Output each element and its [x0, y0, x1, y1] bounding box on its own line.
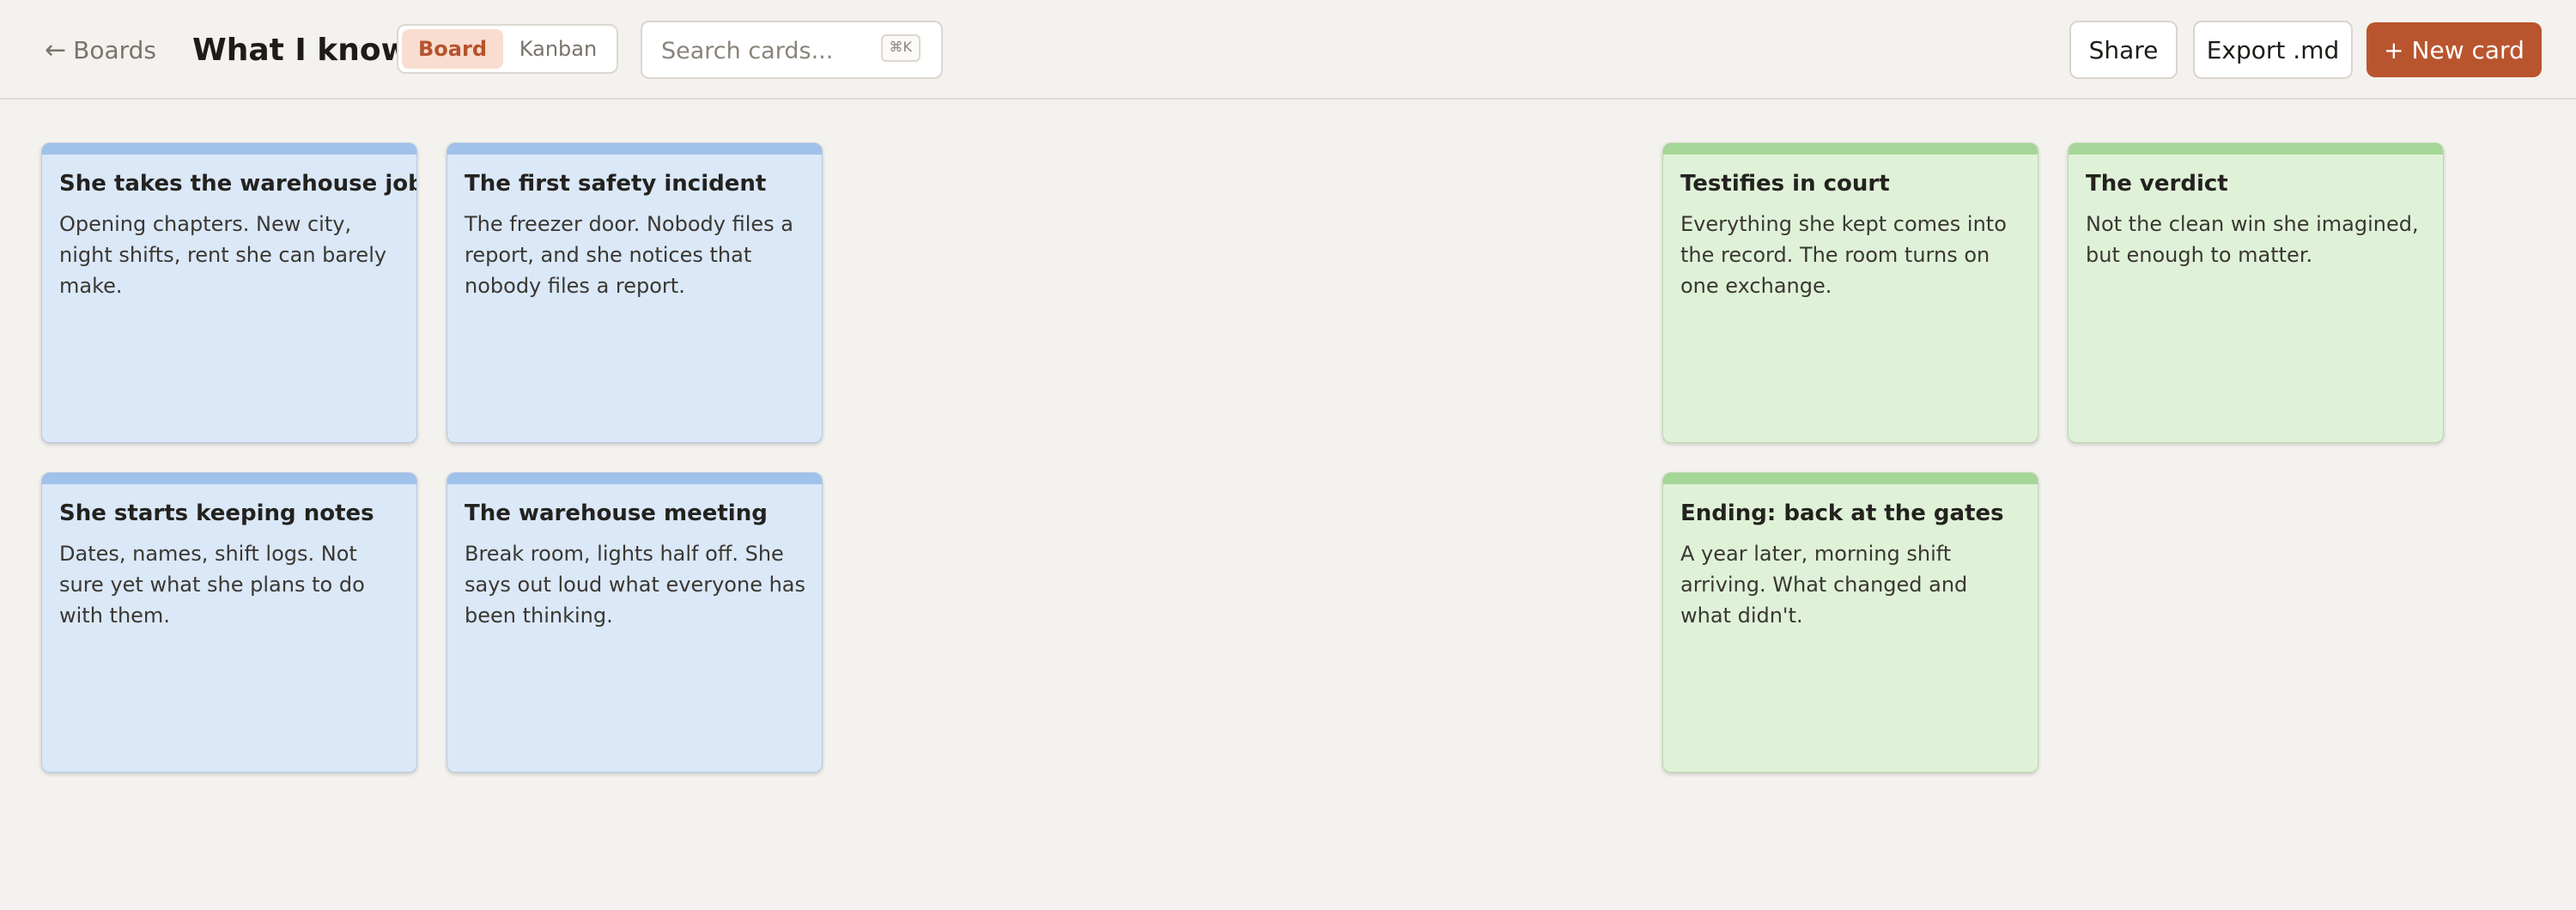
card[interactable]: The warehouse meeting Break room, lights…: [447, 472, 823, 773]
card-title: The first safety incident: [465, 171, 767, 197]
card-description: Opening chapters. New city, night shifts…: [59, 212, 387, 298]
card-color-strip: [447, 473, 822, 484]
arrow-left-icon: ←: [45, 34, 67, 65]
card-description: Dates, names, shift logs. Not sure yet w…: [59, 542, 365, 628]
card-color-strip: [42, 143, 416, 155]
card-color-strip: [1663, 143, 2038, 155]
share-button[interactable]: Share: [2069, 21, 2178, 79]
search-shortcut-hint: ⌘K: [880, 34, 920, 62]
board-view-tab[interactable]: Board: [402, 29, 503, 69]
card-description: A year later, morning shift arriving. Wh…: [1680, 542, 1968, 628]
card-description: Everything she kept comes into the recor…: [1680, 212, 2007, 298]
card-title: The verdict: [2086, 171, 2228, 197]
card-description: The freezer door. Nobody files a report,…: [465, 212, 793, 298]
card-color-strip: [1663, 473, 2038, 484]
card-title: She takes the warehouse job: [59, 171, 417, 197]
new-card-button[interactable]: + New card: [2366, 22, 2542, 77]
export-md-button[interactable]: Export .md: [2193, 21, 2353, 79]
card[interactable]: Ending: back at the gates A year later, …: [1662, 472, 2038, 773]
card-color-strip: [447, 143, 822, 155]
card[interactable]: Testifies in court Everything she kept c…: [1662, 143, 2038, 443]
card[interactable]: She takes the warehouse job Opening chap…: [41, 143, 417, 443]
view-toggle: Board Kanban: [397, 24, 618, 74]
kanban-view-tab[interactable]: Kanban: [503, 29, 613, 69]
card-description: Not the clean win she imagined, but enou…: [2086, 212, 2419, 267]
card[interactable]: The verdict Not the clean win she imagin…: [2068, 143, 2444, 443]
card-color-strip: [2069, 143, 2443, 155]
card[interactable]: She starts keeping notes Dates, names, s…: [41, 472, 417, 773]
search-input[interactable]: [659, 31, 878, 70]
card-description: Break room, lights half off. She says ou…: [465, 542, 806, 628]
card[interactable]: The first safety incident The freezer do…: [447, 143, 823, 443]
search-box: ⌘K: [641, 21, 943, 79]
card-title: The warehouse meeting: [465, 500, 768, 526]
card-title: Ending: back at the gates: [1680, 500, 2004, 526]
top-bar: ← Boards What I know Board Kanban ⌘K Sha…: [0, 0, 2576, 100]
page-title: What I know: [192, 32, 410, 68]
card-title: Testifies in court: [1680, 171, 1890, 197]
back-link-label: Boards: [73, 35, 157, 64]
card-title: She starts keeping notes: [59, 500, 374, 526]
back-to-boards-link[interactable]: ← Boards: [45, 31, 156, 69]
card-color-strip: [42, 473, 416, 484]
